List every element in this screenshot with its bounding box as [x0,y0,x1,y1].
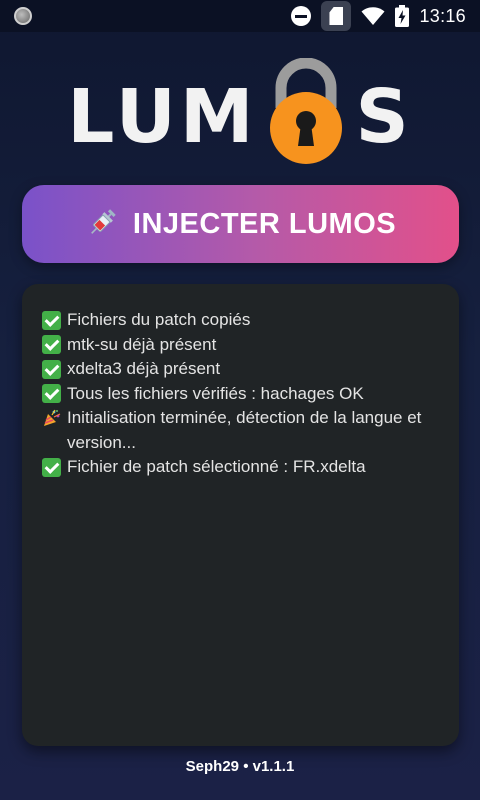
log-line: xdelta3 déjà présent [42,357,439,382]
log-line: Fichier de patch sélectionné : FR.xdelta [42,455,439,480]
syringe-icon [85,204,121,245]
log-line: Fichiers du patch copiés [42,308,439,333]
log-text: Fichiers du patch copiés [67,310,251,329]
battery-charging-icon [395,5,410,27]
notification-dot-icon [14,7,32,25]
check-icon [42,335,61,354]
status-time: 13:16 [419,5,466,26]
log-text: Fichier de patch sélectionné : FR.xdelta [67,457,366,476]
check-icon [42,310,61,330]
status-bar: 13:16 [0,0,480,32]
party-popper-icon [42,409,61,428]
padlock-icon [261,57,351,168]
log-text: mtk-su déjà présent [67,334,217,354]
log-line: mtk-su déjà présent [42,333,439,358]
log-panel: Fichiers du patch copiés mtk-su déjà pré… [22,284,459,746]
status-right: 13:16 [291,1,466,31]
status-left [14,7,32,25]
sd-card-icon [321,1,352,31]
log-text: Initialisation terminée, détection de la… [67,408,422,452]
app-logo: LUM S [0,57,480,168]
wifi-icon [361,6,385,26]
logo-text-left: LUM [67,74,258,160]
log-line: Tous les fichiers vérifiés : hachages OK [42,382,439,407]
log-text: xdelta3 déjà présent [67,359,221,378]
inject-lumos-button[interactable]: INJECTER LUMOS [22,185,459,263]
check-icon [42,457,61,477]
do-not-disturb-icon [291,6,312,26]
app-version-footer: Seph29 • v1.1.1 [185,758,295,775]
log-text: Tous les fichiers vérifiés : hachages OK [67,383,364,403]
logo-text-right: S [355,74,413,160]
inject-button-label: INJECTER LUMOS [132,207,397,240]
check-icon [42,384,61,403]
logo-wordmark: LUM S [67,57,413,168]
check-icon [42,359,61,379]
log-line: Initialisation terminée, détection de la… [42,406,439,455]
